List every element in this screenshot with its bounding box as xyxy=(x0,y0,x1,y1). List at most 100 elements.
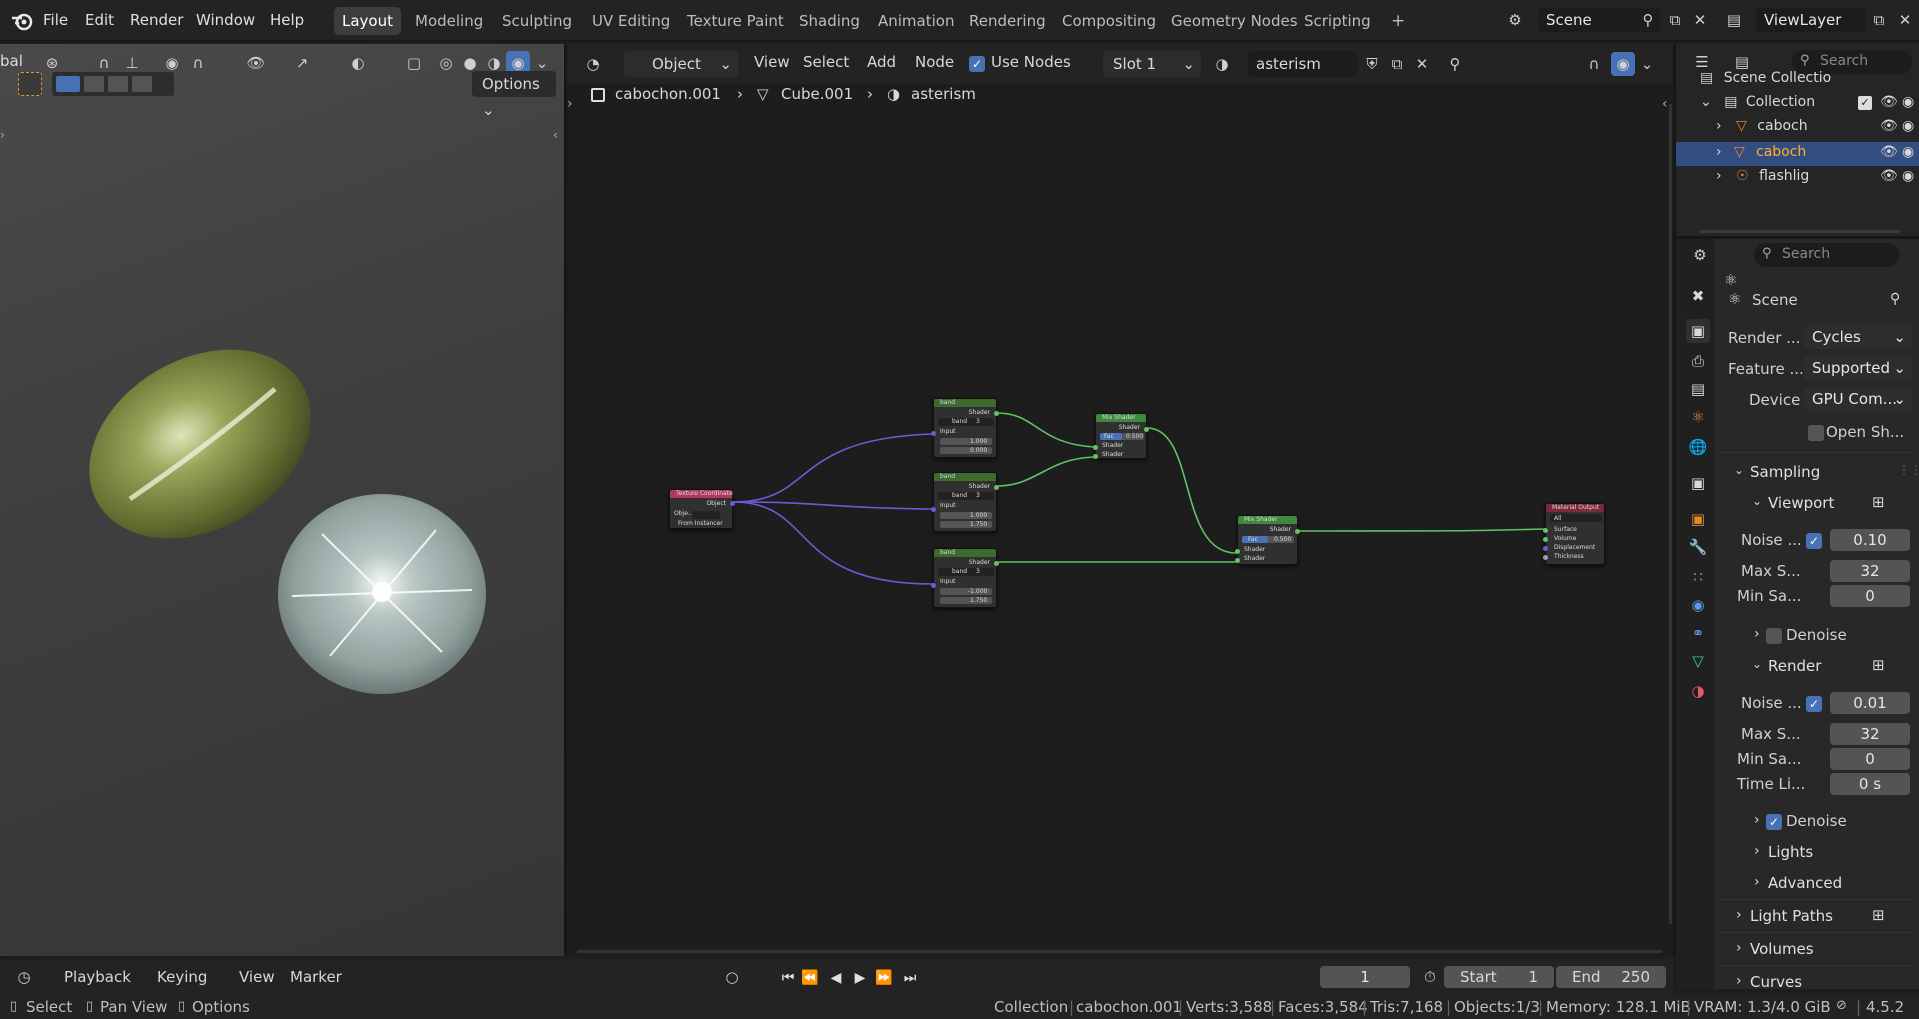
input-socket[interactable] xyxy=(931,583,936,588)
tab-animation[interactable]: Animation xyxy=(870,7,962,35)
end-frame-field[interactable]: End 250 xyxy=(1556,966,1666,988)
r-min-samples-field[interactable]: 0 xyxy=(1830,748,1910,770)
gizmo-icon[interactable]: ↗ xyxy=(290,51,314,75)
menu-keying[interactable]: Keying xyxy=(157,968,207,986)
menu-playback[interactable]: Playback xyxy=(64,968,131,986)
tab-uv-editing[interactable]: UV Editing xyxy=(584,7,678,35)
chevron-right-icon[interactable]: › xyxy=(1754,812,1760,828)
add-workspace-button[interactable]: + xyxy=(1383,7,1413,35)
tab-shading[interactable]: Shading xyxy=(791,7,868,35)
vp-max-samples-field[interactable]: 32 xyxy=(1830,560,1910,582)
volumes-panel-header[interactable]: Volumes xyxy=(1750,940,1814,958)
device-dropdown[interactable]: GPU Com... ⌄ xyxy=(1804,387,1912,411)
feature-set-dropdown[interactable]: Supported ⌄ xyxy=(1804,356,1912,380)
overlay-icon[interactable]: ◐ xyxy=(346,51,370,75)
jump-keyframe-forward-icon[interactable]: ⏩ xyxy=(874,968,894,988)
tab-sculpting[interactable]: Sculpting xyxy=(494,7,580,35)
menu-file[interactable]: File xyxy=(43,8,68,32)
exclude-checkbox[interactable]: ✓ xyxy=(1858,96,1872,110)
output-socket[interactable] xyxy=(730,501,735,506)
outliner-item-2-selected[interactable]: › ▽ caboch 👁 ◉ xyxy=(1676,142,1919,166)
select-box-tool-icon[interactable] xyxy=(18,72,42,96)
tab-modeling[interactable]: Modeling xyxy=(407,7,491,35)
chevron-right-icon[interactable]: › xyxy=(1736,973,1742,989)
open-shading-checkbox[interactable] xyxy=(1808,425,1824,441)
play-icon[interactable]: ▶ xyxy=(850,968,870,988)
stopwatch-icon[interactable]: ⏱ xyxy=(1418,965,1442,989)
viewlayer-name-field[interactable]: ViewLayer xyxy=(1756,8,1866,32)
menu-edit[interactable]: Edit xyxy=(85,8,114,32)
render-camera-icon[interactable]: ◉ xyxy=(1902,144,1914,160)
new-scene-icon[interactable]: ⧉ xyxy=(1663,8,1687,32)
output-socket[interactable] xyxy=(994,411,999,416)
chevron-right-icon[interactable]: › xyxy=(1736,907,1742,923)
outliner-collection-row[interactable]: ⌄ ▤ Collection ✓ 👁 ◉ xyxy=(1700,94,1918,116)
input-socket[interactable] xyxy=(931,507,936,512)
chevron-right-icon[interactable]: › xyxy=(1736,940,1742,956)
render-subpanel-header[interactable]: Render xyxy=(1768,657,1821,675)
expand-icon[interactable]: › xyxy=(1716,144,1722,160)
chevron-right-icon[interactable]: › xyxy=(1754,843,1760,859)
sampling-panel-header[interactable]: Sampling xyxy=(1750,463,1820,481)
delete-viewlayer-icon[interactable]: ✕ xyxy=(1893,8,1917,32)
expand-icon[interactable]: › xyxy=(1716,118,1722,134)
visibility-icon[interactable]: 👁 xyxy=(244,51,268,75)
tab-texture-paint[interactable]: Texture Paint xyxy=(679,7,792,35)
visibility-eye-icon[interactable]: 👁 xyxy=(1880,94,1898,110)
outliner-item-1[interactable]: › ▽ caboch 👁 ◉ xyxy=(1716,118,1919,142)
xray-icon[interactable]: ▢ xyxy=(402,51,426,75)
menu-render[interactable]: Render xyxy=(130,8,183,32)
tab-layout[interactable]: Layout xyxy=(334,7,401,35)
auto-keying-icon[interactable]: ○ xyxy=(720,965,744,989)
visibility-eye-icon[interactable]: 👁 xyxy=(1880,144,1898,160)
play-reverse-icon[interactable]: ◀ xyxy=(826,968,846,988)
advanced-subpanel-header[interactable]: Advanced xyxy=(1768,874,1842,892)
input-socket[interactable] xyxy=(1235,558,1240,563)
lights-subpanel-header[interactable]: Lights xyxy=(1768,843,1813,861)
chevron-down-icon[interactable]: ⌄ xyxy=(1752,494,1762,508)
outliner-scene-row[interactable]: ▤ Scene Collectio xyxy=(1700,70,1831,86)
expand-icon[interactable]: ⌄ xyxy=(1700,94,1712,110)
current-frame-field[interactable]: 1 xyxy=(1320,966,1410,988)
mode-extend-icon[interactable] xyxy=(84,76,104,92)
node-band-2[interactable]: band Shader band 3 Input 1.000 1.750 xyxy=(931,472,999,532)
sidebar-toggle-icon[interactable]: ‹ xyxy=(553,128,558,142)
chevron-down-icon[interactable]: ⌄ xyxy=(1752,657,1762,671)
viewport-options-dropdown[interactable]: Options ⌄ xyxy=(472,71,556,119)
vp-denoise-checkbox[interactable] xyxy=(1766,628,1782,644)
timeline-editor-icon[interactable]: ◷ xyxy=(12,965,36,989)
r-noise-threshold-checkbox[interactable]: ✓ xyxy=(1806,696,1822,712)
mode-invert-icon[interactable] xyxy=(132,76,152,92)
output-socket[interactable] xyxy=(1144,427,1149,432)
tab-scripting[interactable]: Scripting xyxy=(1296,7,1379,35)
r-denoise-checkbox[interactable]: ✓ xyxy=(1766,814,1782,830)
vp-noise-threshold-field[interactable]: 0.10 xyxy=(1830,529,1910,551)
tab-rendering[interactable]: Rendering xyxy=(961,7,1054,35)
menu-window[interactable]: Window xyxy=(196,8,255,32)
scene-selector-icon[interactable]: ⚙ xyxy=(1503,8,1527,32)
expand-icon[interactable]: › xyxy=(1716,168,1722,184)
viewlayer-icon[interactable]: ▤ xyxy=(1722,8,1746,32)
output-socket[interactable] xyxy=(1295,529,1300,534)
viewport-subpanel-header[interactable]: Viewport xyxy=(1768,494,1834,512)
blender-logo-icon[interactable] xyxy=(10,9,34,33)
visibility-eye-icon[interactable]: 👁 xyxy=(1880,168,1898,184)
light-paths-panel-header[interactable]: Light Paths xyxy=(1750,907,1833,925)
jump-to-start-icon[interactable]: ⏮ xyxy=(778,968,798,988)
volume-socket[interactable] xyxy=(1543,537,1548,542)
input-socket[interactable] xyxy=(1093,454,1098,459)
curves-panel-header[interactable]: Curves xyxy=(1750,973,1802,989)
chevron-right-icon[interactable]: › xyxy=(1754,874,1760,890)
menu-help[interactable]: Help xyxy=(270,8,304,32)
output-socket[interactable] xyxy=(994,485,999,490)
jump-to-end-icon[interactable]: ⏭ xyxy=(900,968,920,988)
mode-new-icon[interactable] xyxy=(56,76,80,92)
delete-scene-icon[interactable]: ✕ xyxy=(1688,8,1712,32)
visibility-eye-icon[interactable]: 👁 xyxy=(1880,118,1898,134)
drag-handle-icon[interactable]: ⋮⋮ xyxy=(1898,463,1919,477)
presets-icon[interactable]: ⊞ xyxy=(1872,493,1885,511)
menu-view[interactable]: View xyxy=(239,968,275,986)
jump-keyframe-back-icon[interactable]: ⏪ xyxy=(800,968,820,988)
presets-icon[interactable]: ⊞ xyxy=(1872,656,1885,674)
tab-compositing[interactable]: Compositing xyxy=(1054,7,1164,35)
